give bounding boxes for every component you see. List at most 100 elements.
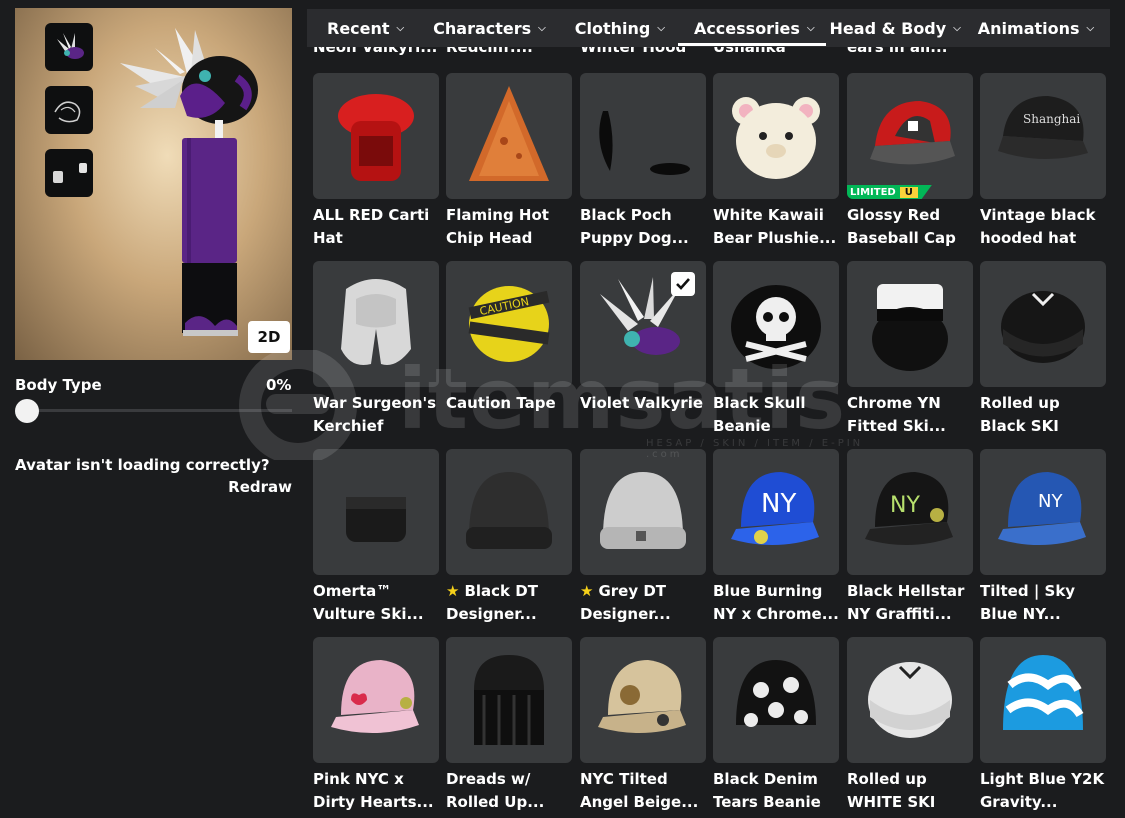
checkmark-icon[interactable]	[671, 272, 695, 296]
body-type-slider-knob[interactable]	[15, 399, 39, 423]
item-card[interactable]: Shanghai Vintage black hooded hat	[980, 73, 1106, 250]
item-name[interactable]: Vintage black hooded hat	[980, 204, 1106, 250]
item-name[interactable]: Violet Valkyrie	[580, 392, 706, 415]
tab-accessories[interactable]: Accessories ⌵	[674, 9, 826, 47]
item-card[interactable]: Black Denim Tears Beanie	[713, 637, 839, 814]
item-thumbnail[interactable]: NY	[980, 449, 1106, 575]
outline-thumbnail-icon	[54, 101, 81, 123]
item-thumbnail[interactable]	[713, 261, 839, 387]
item-name[interactable]: Black Poch Puppy Dog...	[580, 204, 706, 250]
item-card[interactable]: Rolled up WHITE SKI	[847, 637, 973, 814]
item-thumbnail[interactable]: NY	[713, 449, 839, 575]
item-name[interactable]: Tilted | Sky Blue NY...	[980, 580, 1106, 626]
item-card[interactable]: NY Tilted | Sky Blue NY...	[980, 449, 1106, 626]
item-name[interactable]: War Surgeon's Kerchief	[313, 392, 439, 438]
item-thumbnail[interactable]	[313, 73, 439, 199]
item-thumbnail[interactable]	[847, 261, 973, 387]
item-name-text: Black Hellstar NY Graffiti...	[847, 582, 965, 623]
tab-animations[interactable]: Animations ⌵	[970, 9, 1103, 47]
item-name[interactable]: Caution Tape	[446, 392, 572, 415]
item-name-text: Violet Valkyrie	[580, 394, 704, 412]
redraw-link[interactable]: Redraw	[228, 478, 292, 496]
item-thumbnail[interactable]	[580, 73, 706, 199]
item-card[interactable]: Chrome YN Fitted Ski...	[847, 261, 973, 438]
item-thumbnail[interactable]	[446, 637, 572, 763]
item-name[interactable]: Light Blue Y2K Gravity...	[980, 768, 1106, 814]
item-card[interactable]: LIMITED U Glossy Red Baseball Cap	[847, 73, 973, 250]
blue-ny-cap-icon: NY	[731, 472, 819, 546]
item-thumbnail[interactable]	[580, 261, 706, 387]
item-card[interactable]: CAUTION Caution Tape	[446, 261, 572, 415]
item-name-text: Black Poch Puppy Dog...	[580, 206, 689, 247]
item-name[interactable]: Black Hellstar NY Graffiti...	[847, 580, 973, 626]
item-card[interactable]: War Surgeon's Kerchief	[313, 261, 439, 438]
item-name[interactable]: Chrome YN Fitted Ski...	[847, 392, 973, 438]
kerchief-icon	[341, 279, 411, 365]
outfit-thumbnail-earrings[interactable]	[45, 149, 93, 197]
item-thumbnail[interactable]: CAUTION	[446, 261, 572, 387]
item-card[interactable]: Violet Valkyrie	[580, 261, 706, 415]
item-name[interactable]: Blue Burning NY x Chrome...	[713, 580, 839, 626]
category-nav: Recent ⌵ Characters ⌵ Clothing ⌵ Accessorie…	[307, 9, 1110, 47]
item-thumbnail[interactable]	[313, 449, 439, 575]
item-thumbnail[interactable]	[980, 261, 1106, 387]
item-name[interactable]: Rolled up WHITE SKI	[847, 768, 973, 814]
item-thumbnail[interactable]: Shanghai	[980, 73, 1106, 199]
item-thumbnail[interactable]	[713, 73, 839, 199]
item-name[interactable]: Flaming Hot Chip Head	[446, 204, 572, 250]
item-name[interactable]: Glossy Red Baseball Cap	[847, 204, 973, 250]
item-name[interactable]: Rolled up Black SKI	[980, 392, 1106, 438]
outfit-thumbnail-valkyrie[interactable]	[45, 23, 93, 71]
svg-text:NY: NY	[761, 489, 796, 519]
item-name[interactable]: Pink NYC x Dirty Hearts...	[313, 768, 439, 814]
item-name[interactable]: ALL RED Carti Hat	[313, 204, 439, 250]
svg-text:NY: NY	[1038, 491, 1063, 512]
item-card[interactable]: Rolled up Black SKI	[980, 261, 1106, 438]
item-thumbnail[interactable]	[847, 637, 973, 763]
item-card[interactable]: ★ Grey DT Designer...	[580, 449, 706, 626]
item-card[interactable]: Black Skull Beanie	[713, 261, 839, 438]
avatar-preview[interactable]: 2D	[15, 8, 292, 360]
item-thumbnail[interactable]	[580, 449, 706, 575]
item-card[interactable]: Omerta™ Vulture Ski...	[313, 449, 439, 626]
item-card[interactable]: Pink NYC x Dirty Hearts...	[313, 637, 439, 814]
item-name[interactable]: Black Denim Tears Beanie	[713, 768, 839, 814]
item-thumbnail[interactable]: LIMITED U	[847, 73, 973, 199]
tab-head-body[interactable]: Head & Body ⌵	[824, 9, 970, 47]
chevron-down-icon: ⌵	[538, 22, 546, 34]
item-card[interactable]: Flaming Hot Chip Head	[446, 73, 572, 250]
item-card[interactable]: NYC Tilted Angel Beige...	[580, 637, 706, 814]
item-thumbnail[interactable]	[446, 449, 572, 575]
tab-characters[interactable]: Characters ⌵	[413, 9, 555, 47]
item-name[interactable]: Black Skull Beanie	[713, 392, 839, 438]
item-name[interactable]: ★ Grey DT Designer...	[580, 580, 706, 626]
item-card[interactable]: ALL RED Carti Hat	[313, 73, 439, 250]
tab-recent[interactable]: Recent ⌵	[307, 9, 413, 47]
item-card[interactable]: NY Blue Burning NY x Chrome...	[713, 449, 839, 626]
item-name[interactable]: Dreads w/ Rolled Up...	[446, 768, 572, 814]
item-name[interactable]: ★ Black DT Designer...	[446, 580, 572, 626]
item-thumbnail[interactable]: NY	[847, 449, 973, 575]
item-thumbnail[interactable]	[713, 637, 839, 763]
item-thumbnail[interactable]	[580, 637, 706, 763]
item-thumbnail[interactable]	[313, 261, 439, 387]
body-type-slider-track[interactable]	[27, 409, 292, 412]
tab-clothing[interactable]: Clothing ⌵	[555, 9, 674, 47]
svg-text:NY: NY	[890, 493, 920, 518]
item-card[interactable]: Black Poch Puppy Dog...	[580, 73, 706, 250]
item-name[interactable]: Omerta™ Vulture Ski...	[313, 580, 439, 626]
item-card[interactable]: White Kawaii Bear Plushie...	[713, 73, 839, 250]
item-thumbnail[interactable]	[313, 637, 439, 763]
item-name-text: Tilted | Sky Blue NY...	[980, 582, 1076, 623]
outfit-thumbnail-outline[interactable]	[45, 86, 93, 134]
item-thumbnail[interactable]	[446, 73, 572, 199]
item-name-text: Dreads w/ Rolled Up...	[446, 770, 545, 811]
item-thumbnail[interactable]	[980, 637, 1106, 763]
item-card[interactable]: Dreads w/ Rolled Up...	[446, 637, 572, 814]
item-card[interactable]: ★ Black DT Designer...	[446, 449, 572, 626]
toggle-2d-button[interactable]: 2D	[248, 321, 290, 353]
item-name[interactable]: NYC Tilted Angel Beige...	[580, 768, 706, 814]
item-name[interactable]: White Kawaii Bear Plushie...	[713, 204, 839, 250]
item-card[interactable]: NY Black Hellstar NY Graffiti...	[847, 449, 973, 626]
item-card[interactable]: Light Blue Y2K Gravity...	[980, 637, 1106, 814]
